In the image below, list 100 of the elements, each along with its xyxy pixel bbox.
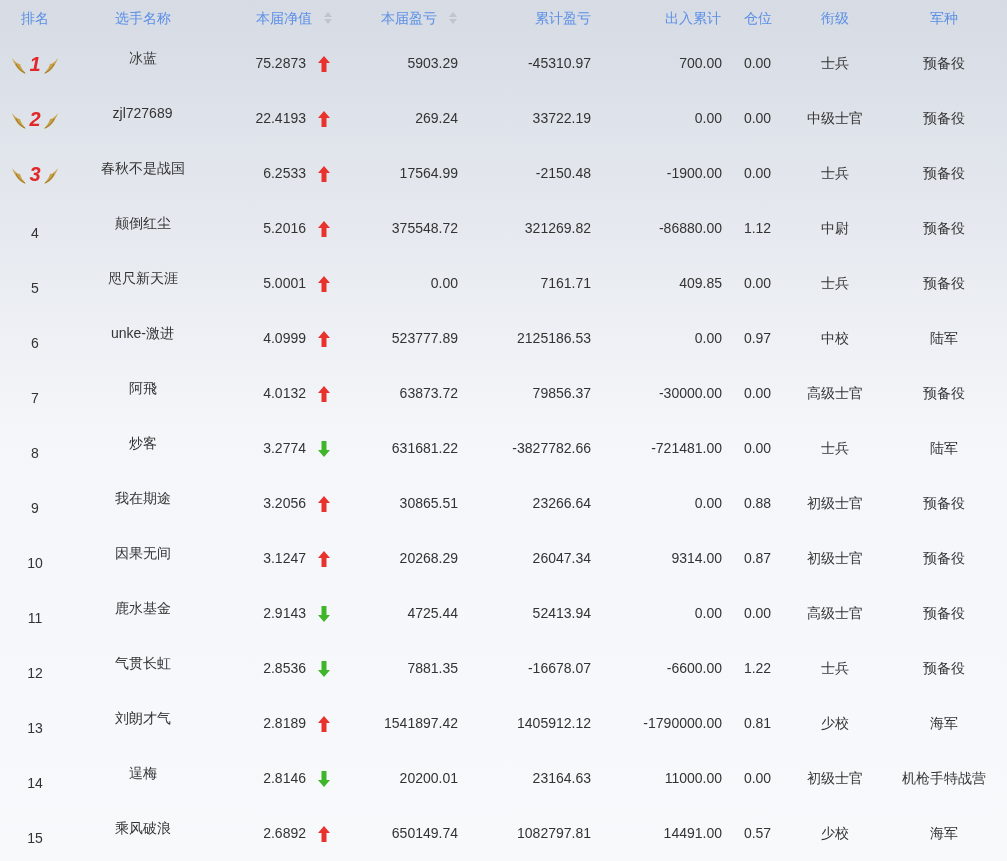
total-profit: 23164.63 — [532, 769, 591, 788]
position-value: 0.97 — [743, 329, 772, 348]
position-value: 0.88 — [743, 494, 772, 513]
service-branch: 预备役 — [922, 384, 965, 403]
cash-flow: -721481.00 — [651, 439, 722, 458]
service-branch: 预备役 — [922, 274, 965, 293]
service-branch: 预备役 — [922, 549, 965, 568]
military-grade: 初级士官 — [807, 549, 863, 568]
player-name: 阿飛 — [128, 379, 157, 398]
military-grade: 高级士官 — [807, 604, 863, 623]
net-value: 3.2056 — [263, 494, 306, 513]
player-name: zjl727689 — [112, 104, 173, 123]
position-value: 0.00 — [743, 769, 772, 788]
cash-flow: 409.85 — [679, 274, 722, 293]
cash-flow: 11000.00 — [664, 769, 722, 788]
position-value: 0.87 — [743, 549, 772, 568]
net-value: 4.0999 — [263, 329, 306, 348]
position-value: 0.81 — [743, 714, 772, 733]
period-profit: 523777.89 — [391, 329, 458, 348]
service-branch: 预备役 — [922, 604, 965, 623]
cash-flow: -86880.00 — [658, 219, 722, 238]
position-value: 0.00 — [743, 274, 772, 293]
total-profit: 321269.82 — [524, 219, 591, 238]
player-name: 气贯长虹 — [114, 654, 171, 673]
total-profit: -45310.97 — [527, 54, 591, 73]
position-value: 0.00 — [743, 604, 772, 623]
player-name: 乘风破浪 — [114, 819, 171, 838]
rank-number: 10 — [27, 554, 43, 573]
service-branch: 海军 — [929, 824, 958, 843]
sort-icon[interactable] — [324, 12, 332, 24]
rank-number: 11 — [27, 609, 43, 628]
player-name: 咫尺新天涯 — [107, 269, 178, 288]
period-profit: 375548.72 — [391, 219, 458, 238]
period-profit: 631681.22 — [391, 439, 458, 458]
column-header: 军种 — [929, 8, 958, 28]
position-value: 1.22 — [743, 659, 772, 678]
column-header: 衔级 — [821, 8, 849, 28]
player-name: 逞梅 — [128, 764, 157, 783]
military-grade: 初级士官 — [807, 494, 863, 513]
military-grade: 中尉 — [821, 219, 849, 238]
total-profit: -16678.07 — [527, 659, 591, 678]
net-value: 5.2016 — [263, 219, 306, 238]
cash-flow: 0.00 — [694, 109, 722, 128]
rank-number: 14 — [27, 774, 43, 793]
player-name: 因果无间 — [114, 544, 171, 563]
service-branch: 陆军 — [929, 329, 958, 348]
position-value: 0.57 — [743, 824, 772, 843]
position-value: 0.00 — [743, 164, 772, 183]
military-grade: 士兵 — [821, 164, 849, 183]
position-value: 0.00 — [743, 54, 772, 73]
player-name: 炒客 — [128, 434, 157, 453]
military-grade: 士兵 — [821, 54, 849, 73]
service-branch: 预备役 — [922, 109, 965, 128]
period-profit: 650149.74 — [391, 824, 458, 843]
player-name: 刘朗才气 — [114, 709, 171, 728]
player-name: 颠倒红尘 — [114, 214, 171, 233]
rank-number: 7 — [31, 389, 39, 408]
service-branch: 机枪手特战营 — [901, 769, 986, 788]
column-header: 排名 — [21, 8, 49, 28]
player-name: 鹿水基金 — [114, 599, 171, 618]
service-branch: 预备役 — [922, 54, 965, 73]
service-branch: 预备役 — [922, 164, 965, 183]
total-profit: 1082797.81 — [517, 824, 591, 843]
net-value: 4.0132 — [263, 384, 306, 403]
net-value: 2.8146 — [263, 769, 306, 788]
rank-medal: 2 — [11, 106, 59, 131]
period-profit: 30865.51 — [399, 494, 458, 513]
period-profit: 7881.35 — [407, 659, 458, 678]
rank-medal: 3 — [11, 161, 59, 186]
military-grade: 士兵 — [821, 659, 849, 678]
sort-icon[interactable] — [449, 12, 457, 24]
total-profit: -3827782.66 — [512, 439, 591, 458]
rank-number: 15 — [27, 829, 43, 848]
period-profit: 4725.44 — [407, 604, 458, 623]
player-name: 春秋不是战国 — [100, 159, 185, 178]
total-profit: 26047.34 — [532, 549, 591, 568]
total-profit: 33722.19 — [532, 109, 591, 128]
total-profit: 7161.71 — [540, 274, 591, 293]
cash-flow: 0.00 — [694, 604, 722, 623]
net-value: 2.8189 — [263, 714, 306, 733]
cash-flow: 0.00 — [694, 494, 722, 513]
service-branch: 预备役 — [922, 494, 965, 513]
rank-number: 13 — [27, 719, 43, 738]
military-grade: 中级士官 — [807, 109, 863, 128]
net-value: 75.2873 — [255, 54, 306, 73]
total-profit: 2125186.53 — [517, 329, 591, 348]
rank-medal: 1 — [11, 51, 59, 76]
period-profit: 269.24 — [415, 109, 458, 128]
column-header[interactable]: 本届净值 — [256, 7, 332, 29]
cash-flow: 14491.00 — [663, 824, 722, 843]
column-header[interactable]: 本届盈亏 — [381, 7, 457, 29]
period-profit: 5903.29 — [407, 54, 458, 73]
period-profit: 20200.01 — [399, 769, 458, 788]
total-profit: 23266.64 — [532, 494, 591, 513]
rank-number: 6 — [31, 334, 39, 353]
military-grade: 少校 — [821, 714, 849, 733]
period-profit: 20268.29 — [399, 549, 458, 568]
position-value: 0.00 — [743, 109, 772, 128]
cash-flow: 700.00 — [679, 54, 722, 73]
total-profit: 52413.94 — [532, 604, 591, 623]
